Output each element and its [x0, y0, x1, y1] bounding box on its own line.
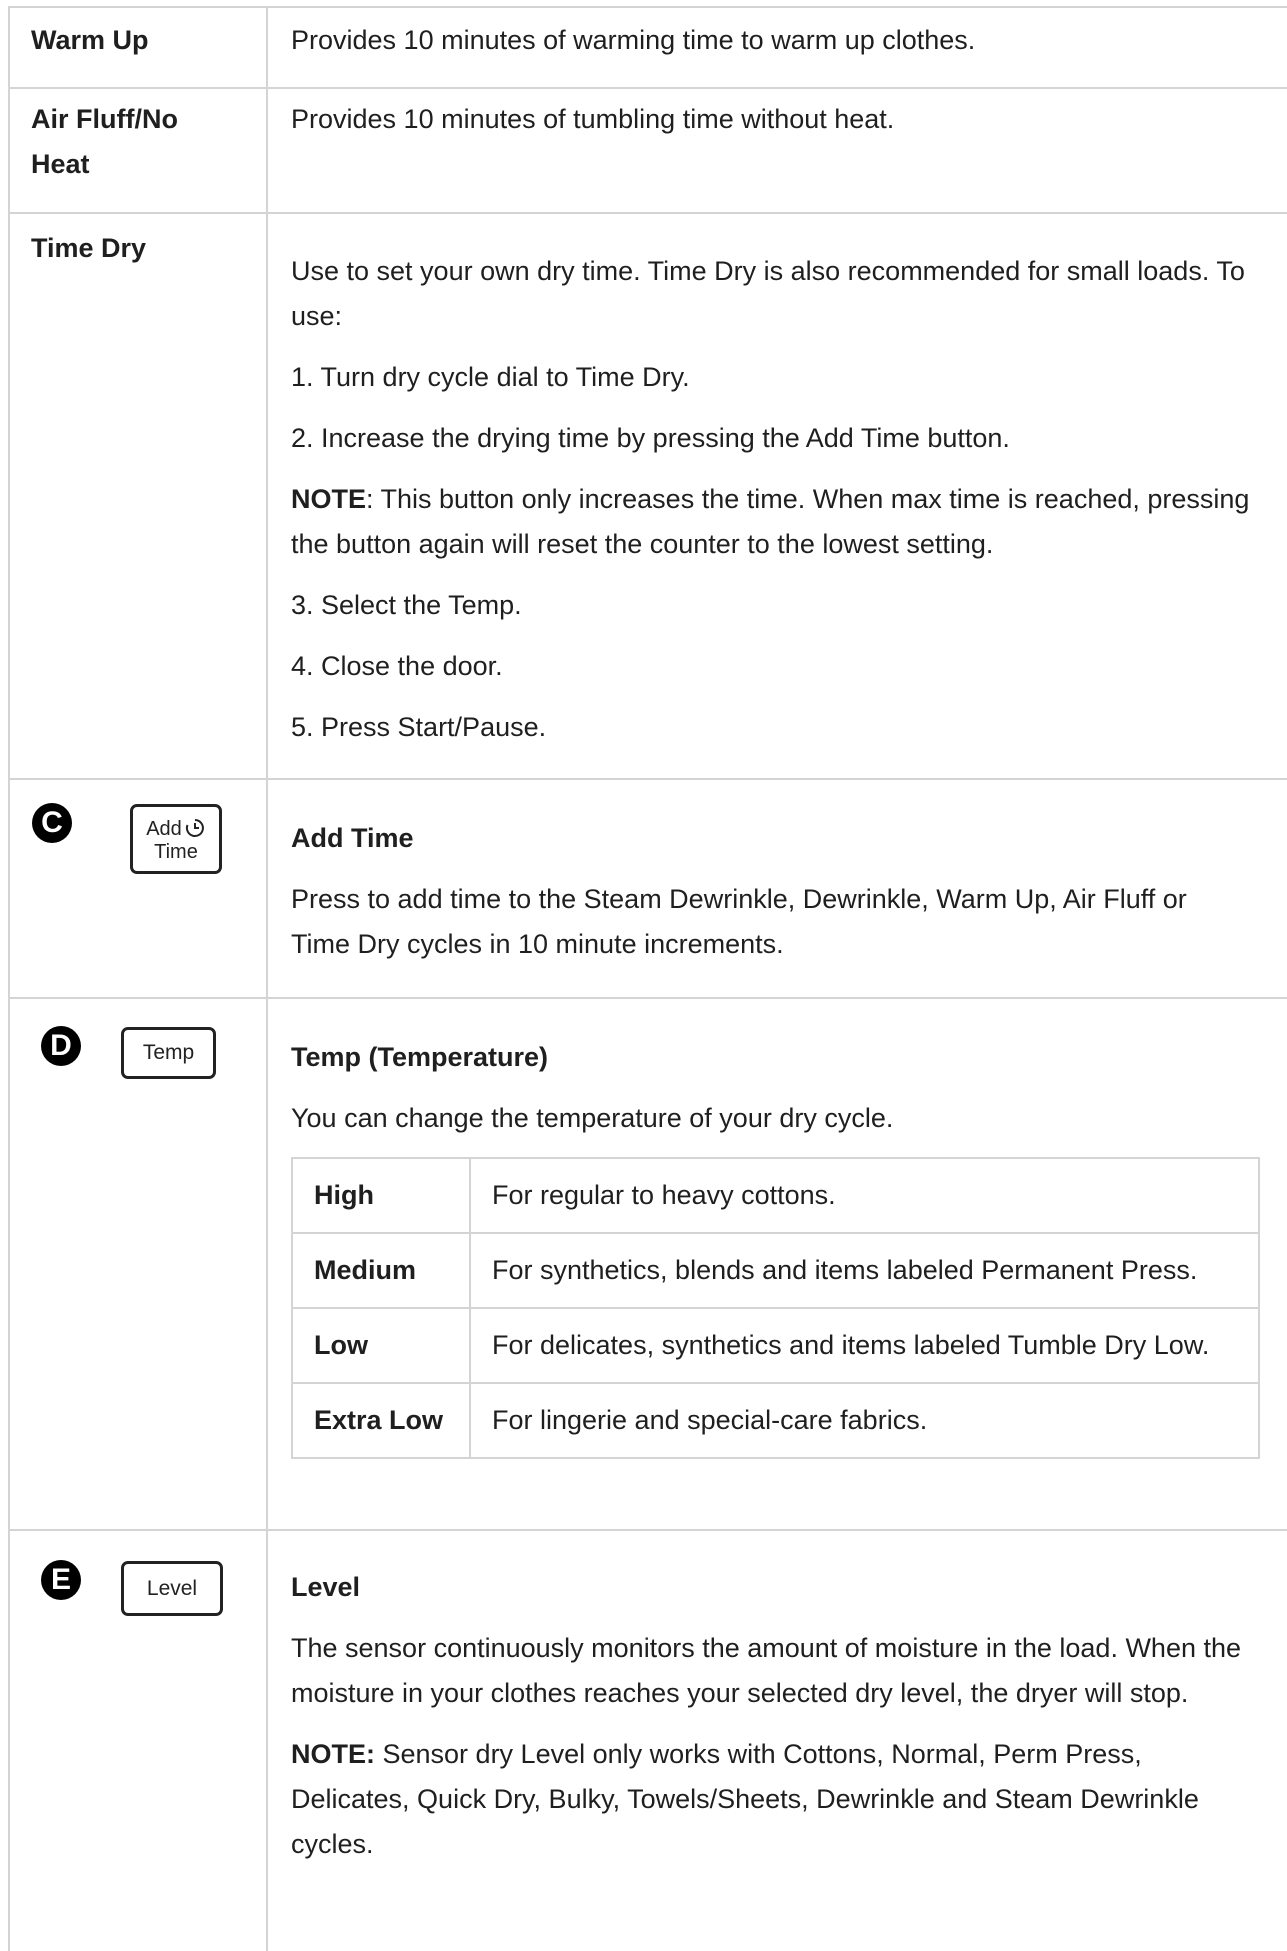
- desc-cell: Temp (Temperature) You can change the te…: [268, 999, 1287, 1529]
- desc-cell: Provides 10 minutes of warming time to w…: [268, 8, 1287, 87]
- marker-d-icon: D: [41, 1026, 81, 1066]
- temp-setting-desc: For delicates, synthetics and items labe…: [469, 1307, 1260, 1384]
- desc-cell: Use to set your own dry time. Time Dry i…: [268, 214, 1287, 778]
- marker-c-icon: C: [32, 803, 72, 843]
- level-description: The sensor continuously monitors the amo…: [291, 1633, 1242, 1708]
- label-cell: Warm Up: [10, 8, 268, 87]
- row-time-dry: Time Dry Use to set your own dry time. T…: [10, 214, 1287, 780]
- time-dry-intro: Use to set your own dry time. Time Dry i…: [291, 256, 1245, 331]
- temp-setting-desc: For regular to heavy cottons.: [469, 1157, 1260, 1234]
- temp-button-icon: Temp: [121, 1027, 216, 1079]
- note-label: NOTE:: [291, 1739, 375, 1769]
- add-time-title: Add Time: [291, 823, 414, 853]
- temp-title: Temp (Temperature): [291, 1042, 549, 1072]
- row-warm-up: Warm Up Provides 10 minutes of warming t…: [10, 8, 1287, 89]
- row-label: Warm Up: [31, 25, 149, 55]
- icon-cell: E Level: [10, 1531, 268, 1951]
- add-time-line-2: Time: [154, 840, 198, 863]
- add-time-button-icon: Add Time: [130, 804, 222, 874]
- temp-setting-name: Low: [291, 1307, 471, 1384]
- time-dry-step-3: 3. Select the Temp.: [291, 590, 522, 620]
- add-time-description: Press to add time to the Steam Dewrinkle…: [291, 884, 1187, 959]
- time-dry-step-2: 2. Increase the drying time by pressing …: [291, 423, 1010, 453]
- desc-cell: Add Time Press to add time to the Steam …: [268, 780, 1287, 997]
- row-label: Time Dry: [31, 233, 147, 263]
- row-label: Air Fluff/No Heat: [31, 104, 178, 179]
- desc-cell: Provides 10 minutes of tumbling time wit…: [268, 89, 1287, 212]
- temp-setting-name: High: [291, 1157, 471, 1234]
- marker-e-icon: E: [41, 1560, 81, 1600]
- label-cell: Air Fluff/No Heat: [10, 89, 268, 212]
- row-temp: D Temp Temp (Temperature) You can change…: [10, 999, 1287, 1531]
- note-text: : This button only increases the time. W…: [291, 484, 1250, 559]
- level-note: NOTE: Sensor dry Level only works with C…: [291, 1732, 1251, 1867]
- cycle-options-table: Warm Up Provides 10 minutes of warming t…: [8, 6, 1287, 1951]
- table-row: High For regular to heavy cottons.: [291, 1157, 1260, 1234]
- icon-cell: D Temp: [10, 999, 268, 1529]
- time-dry-step-5: 5. Press Start/Pause.: [291, 712, 547, 742]
- temp-setting-desc: For lingerie and special-care fabrics.: [469, 1382, 1260, 1459]
- temp-setting-desc: For synthetics, blends and items labeled…: [469, 1232, 1260, 1309]
- row-add-time: C Add Time Add Time Press to add time to…: [10, 780, 1287, 999]
- row-description: Provides 10 minutes of warming time to w…: [291, 25, 976, 55]
- label-cell: Time Dry: [10, 214, 268, 778]
- time-dry-note: NOTE: This button only increases the tim…: [291, 477, 1251, 567]
- note-label: NOTE: [291, 484, 367, 514]
- table-row: Low For delicates, synthetics and items …: [291, 1307, 1260, 1384]
- level-title: Level: [291, 1572, 361, 1602]
- add-time-top-line: Add: [146, 817, 206, 843]
- add-time-line-1: Add: [146, 818, 182, 840]
- row-air-fluff: Air Fluff/No Heat Provides 10 minutes of…: [10, 89, 1287, 214]
- temp-setting-name: Medium: [291, 1232, 471, 1309]
- row-description: Provides 10 minutes of tumbling time wit…: [291, 104, 895, 134]
- note-text: Sensor dry Level only works with Cottons…: [291, 1739, 1199, 1859]
- row-level: E Level Level The sensor continuously mo…: [10, 1531, 1287, 1951]
- table-row: Extra Low For lingerie and special-care …: [291, 1382, 1260, 1459]
- icon-cell: C Add Time: [10, 780, 268, 997]
- desc-cell: Level The sensor continuously monitors t…: [268, 1531, 1287, 1951]
- table-row: Medium For synthetics, blends and items …: [291, 1232, 1260, 1309]
- temp-setting-name: Extra Low: [291, 1382, 471, 1459]
- level-button-icon: Level: [121, 1561, 223, 1616]
- clock-icon: [184, 817, 206, 843]
- temp-settings-table: High For regular to heavy cottons. Mediu…: [291, 1157, 1260, 1459]
- time-dry-step-4: 4. Close the door.: [291, 651, 503, 681]
- time-dry-step-1: 1. Turn dry cycle dial to Time Dry.: [291, 362, 690, 392]
- temp-description: You can change the temperature of your d…: [291, 1103, 894, 1133]
